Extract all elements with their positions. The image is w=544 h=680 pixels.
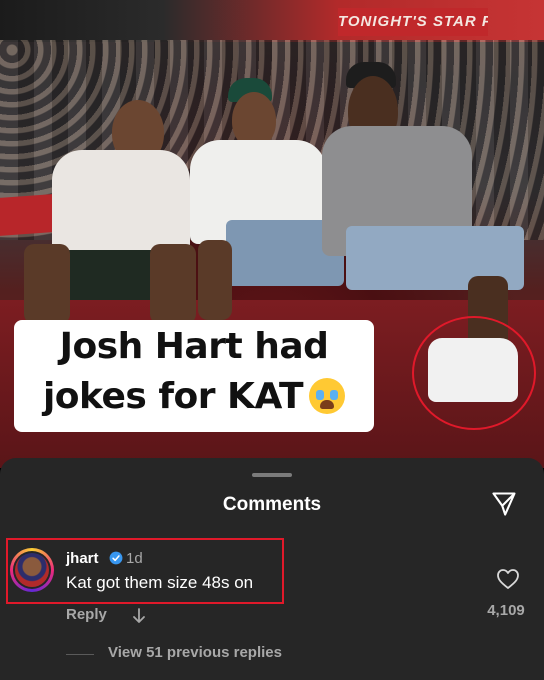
caption-line-2: jokes for KAT — [14, 376, 374, 417]
comment-username[interactable]: jhart — [66, 550, 99, 567]
send-icon[interactable] — [490, 490, 518, 518]
highlight-circle — [412, 316, 536, 430]
arena-sign — [0, 194, 52, 236]
sheet-title: Comments — [222, 494, 322, 515]
reply-button[interactable]: Reply — [66, 606, 107, 623]
post-photo: TONIGHT'S STAR PLAY HERE Josh Hart had j… — [0, 0, 544, 468]
like-count: 4,109 — [487, 602, 525, 619]
avatar[interactable] — [10, 548, 54, 592]
heart-icon[interactable] — [496, 568, 520, 590]
verified-badge-icon — [109, 551, 123, 565]
translate-arrow-icon[interactable] — [132, 608, 146, 624]
loudly-crying-face-icon — [309, 378, 346, 414]
comments-sheet: Comments jhart 1d Kat got them size 48s … — [0, 458, 544, 680]
replies-divider — [66, 654, 94, 655]
comment-time: 1d — [126, 550, 143, 567]
comment-text: Kat got them size 48s on — [66, 573, 254, 592]
drag-handle[interactable] — [252, 473, 292, 477]
caption-line-1: Josh Hart had — [59, 326, 329, 367]
caption-line-2-text: jokes for KAT — [42, 376, 304, 417]
avatar-image — [15, 553, 49, 587]
caption-overlay: Josh Hart had jokes for KAT — [14, 320, 374, 432]
arena-banner-text: TONIGHT'S STAR PLAY HERE — [338, 8, 488, 36]
view-previous-replies-button[interactable]: View 51 previous replies — [108, 644, 282, 661]
